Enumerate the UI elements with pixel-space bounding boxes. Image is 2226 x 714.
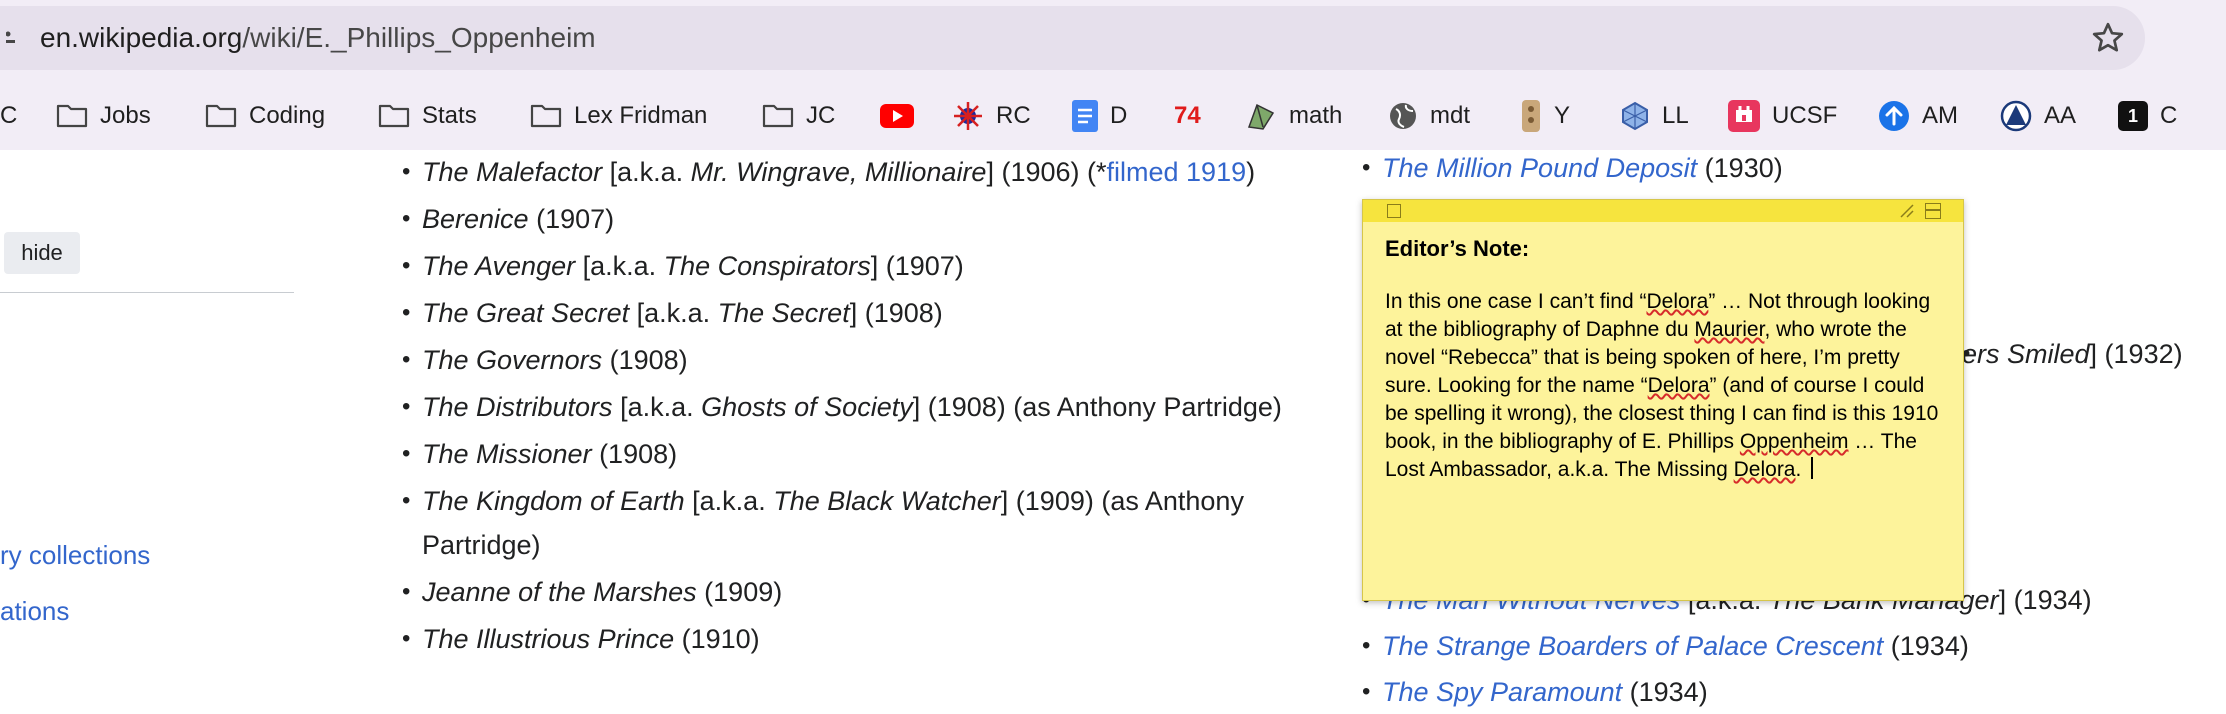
bookmark-c-box[interactable]: 1 C xyxy=(2118,92,2177,140)
bibliography-column-1: The Malefactor [a.k.a. Mr. Wingrave, Mil… xyxy=(402,150,1302,664)
bookmark-label: Coding xyxy=(249,102,326,129)
resize-icon[interactable] xyxy=(1899,203,1915,219)
list-item: The Illustrious Prince (1910) xyxy=(402,617,1302,661)
rc-icon xyxy=(954,102,982,130)
c-box-icon: 1 xyxy=(2118,101,2148,131)
bookmark-label: C xyxy=(0,102,18,129)
bookmark-label: mdt xyxy=(1430,102,1471,129)
bookmark-mdt[interactable]: mdt xyxy=(1388,92,1470,140)
math-icon xyxy=(1247,103,1275,130)
bookmark-label: RC xyxy=(996,102,1031,129)
bookmark-folder-jc[interactable]: JC xyxy=(762,92,835,140)
filmed-link[interactable]: filmed 1919 xyxy=(1107,157,1247,187)
url-text[interactable]: en.wikipedia.org/wiki/E._Phillips_Oppenh… xyxy=(40,19,596,57)
bookmark-label: Stats xyxy=(422,102,477,129)
folder-icon xyxy=(378,104,410,128)
bookmarks-bar: C Jobs Coding Stats Lex Fridman JC RC D … xyxy=(0,92,2226,140)
bookmark-folder-lex-fridman[interactable]: Lex Fridman xyxy=(530,92,707,140)
text-caret xyxy=(1811,457,1813,479)
bookmark-label: Jobs xyxy=(100,102,151,129)
bookmark-aa[interactable]: AA xyxy=(2000,92,2076,140)
list-item: The Great Secret [a.k.a. The Secret] (19… xyxy=(402,291,1302,335)
collapse-icon[interactable] xyxy=(1925,203,1941,219)
bookmark-label: Lex Fridman xyxy=(574,102,708,129)
folder-icon xyxy=(530,104,562,128)
bookmark-74[interactable]: 74 xyxy=(1174,92,1201,140)
bookmark-youtube[interactable] xyxy=(880,92,914,140)
sidebar-divider xyxy=(0,292,294,293)
bookmark-label: C xyxy=(2160,102,2178,129)
sidebar-link-ations[interactable]: ations xyxy=(0,596,69,627)
list-item: The Kingdom of Earth [a.k.a. The Black W… xyxy=(402,479,1302,567)
bookmark-rc[interactable]: RC xyxy=(952,92,1031,140)
close-icon[interactable] xyxy=(1387,204,1401,218)
folder-icon xyxy=(56,104,88,128)
list-item: The Strange Boarders of Palace Crescent … xyxy=(1362,624,1969,668)
folder-icon xyxy=(762,104,794,128)
list-item: Berenice (1907) xyxy=(402,197,1302,241)
bookmark-label: UCSF xyxy=(1772,102,1838,129)
list-item: ers Smiled] (1932) xyxy=(1962,332,2183,376)
bookmark-folder-coding[interactable]: Coding xyxy=(205,92,325,140)
note-body-text[interactable]: In this one case I can’t find “Delora” …… xyxy=(1385,288,1951,484)
address-bar[interactable]: en.wikipedia.org/wiki/E._Phillips_Oppenh… xyxy=(0,6,2145,70)
bookmark-ll[interactable]: LL xyxy=(1620,92,1689,140)
book-link[interactable]: The Spy Paramount xyxy=(1382,677,1622,707)
bookmark-folder-jobs[interactable]: Jobs xyxy=(56,92,151,140)
list-item: The Governors (1908) xyxy=(402,338,1302,382)
bookmark-star-icon[interactable] xyxy=(2090,20,2126,56)
site-info-icon[interactable] xyxy=(6,28,16,48)
sticky-note[interactable]: Editor’s Note: In this one case I can’t … xyxy=(1362,199,1964,601)
docs-icon xyxy=(1072,100,1098,132)
list-item: The Missioner (1908) xyxy=(402,432,1302,476)
list-item: The Spy Paramount (1934) xyxy=(1362,670,1708,714)
y-icon xyxy=(1522,100,1540,132)
list-item: The Million Pound Deposit (1930) xyxy=(1362,146,1783,190)
bookmark-c[interactable]: C xyxy=(0,92,17,140)
list-item: Jeanne of the Marshes (1909) xyxy=(402,570,1302,614)
hide-button[interactable]: hide xyxy=(4,232,80,274)
globe-icon xyxy=(1390,103,1416,129)
bookmark-docs[interactable]: D xyxy=(1072,92,1127,140)
ll-icon xyxy=(1622,101,1648,131)
bookmark-label: D xyxy=(1110,102,1128,129)
list-item: The Distributors [a.k.a. Ghosts of Socie… xyxy=(402,385,1302,429)
bookmark-label: 74 xyxy=(1174,102,1201,129)
book-link[interactable]: The Million Pound Deposit xyxy=(1382,153,1697,183)
bookmark-label: Y xyxy=(1554,102,1571,129)
list-item: The Malefactor [a.k.a. Mr. Wingrave, Mil… xyxy=(402,150,1302,194)
ucsf-icon xyxy=(1728,100,1760,132)
note-title: Editor’s Note: xyxy=(1385,236,1530,261)
bookmark-label: AM xyxy=(1922,102,1958,129)
sticky-note-titlebar[interactable] xyxy=(1363,200,1963,222)
bookmark-label: math xyxy=(1289,102,1343,129)
bookmark-label: AA xyxy=(2044,102,2077,129)
am-icon xyxy=(1879,101,1909,131)
folder-icon xyxy=(205,104,237,128)
bookmark-y[interactable]: Y xyxy=(1520,92,1570,140)
bookmark-label: JC xyxy=(806,102,836,129)
bookmark-ucsf[interactable]: UCSF xyxy=(1728,92,1837,140)
youtube-icon xyxy=(880,104,914,128)
sidebar-link-collections[interactable]: ry collections xyxy=(0,540,150,571)
bookmark-math[interactable]: math xyxy=(1245,92,1342,140)
bookmark-am[interactable]: AM xyxy=(1878,92,1958,140)
list-item: The Avenger [a.k.a. The Conspirators] (1… xyxy=(402,244,1302,288)
bookmark-label: LL xyxy=(1662,102,1689,129)
aa-icon xyxy=(2000,100,2032,132)
book-link[interactable]: The Strange Boarders of Palace Crescent xyxy=(1382,631,1883,661)
bookmark-folder-stats[interactable]: Stats xyxy=(378,92,477,140)
browser-chrome: en.wikipedia.org/wiki/E._Phillips_Oppenh… xyxy=(0,0,2226,150)
